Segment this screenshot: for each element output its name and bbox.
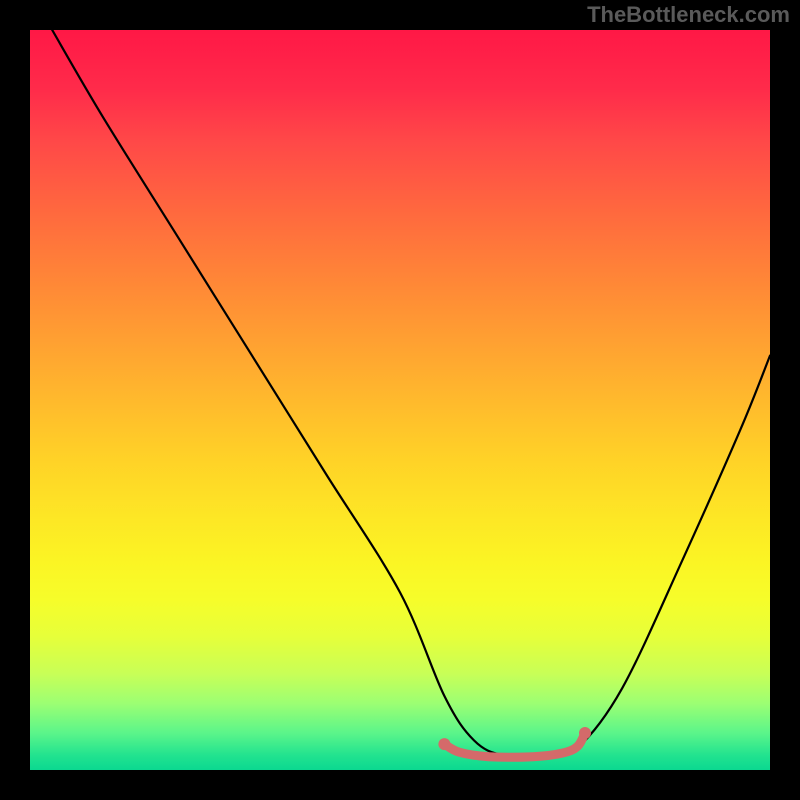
- chart-frame: TheBottleneck.com: [0, 0, 800, 800]
- optimal-start-marker: [438, 738, 450, 750]
- optimal-end-marker: [579, 727, 591, 739]
- plot-area: [30, 30, 770, 770]
- chart-svg: [30, 30, 770, 770]
- bottleneck-curve-line: [52, 30, 770, 757]
- watermark-text: TheBottleneck.com: [587, 2, 790, 28]
- optimal-segment-line: [444, 733, 585, 757]
